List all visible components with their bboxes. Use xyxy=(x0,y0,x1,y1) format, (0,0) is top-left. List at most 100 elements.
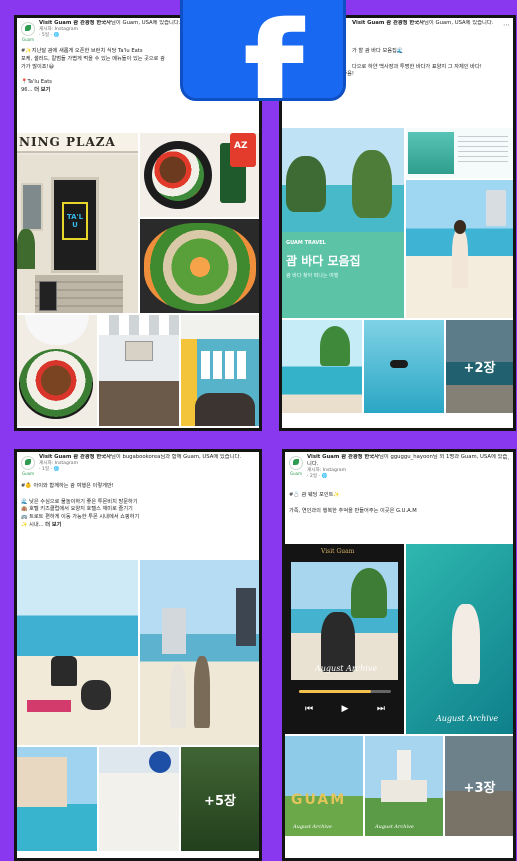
can-label: AZ xyxy=(234,141,248,151)
photo-church[interactable]: August Archive xyxy=(365,736,443,836)
see-more-link[interactable]: 더 보기 xyxy=(45,522,61,528)
archive-label: August Archive xyxy=(375,824,414,830)
a-frame-sign xyxy=(39,281,57,311)
menu-board xyxy=(125,341,153,361)
person-shirt xyxy=(25,315,89,345)
plaza-sign-text: NING PLAZA xyxy=(19,135,116,149)
photo-beach-banner[interactable]: GUAM TRAVEL 괌 바다 모음집 괌 바다 찾아 떠나는 여행 xyxy=(282,128,404,318)
see-more-link[interactable]: 더 보기 xyxy=(34,87,50,93)
photo-beach-woman[interactable] xyxy=(406,180,513,318)
photo-more-kids[interactable]: +5장 xyxy=(181,747,259,851)
more-photos-count[interactable]: +2장 xyxy=(446,320,513,413)
photo-more-beach[interactable]: +2장 xyxy=(446,320,513,413)
play-icon[interactable]: ▶ xyxy=(342,704,349,714)
photo-family-hotel[interactable] xyxy=(140,560,259,745)
photo-poke-bowl[interactable]: AZ xyxy=(140,133,259,217)
archive-label: August Archive xyxy=(436,714,499,723)
archive-label: August Archive xyxy=(293,824,332,830)
post-header: Guam Visit Guam 괌 관광청 한국사님이 bugabookorea… xyxy=(17,452,259,478)
post-time: · 1일 · 🌐 xyxy=(39,467,60,472)
hotel-tower xyxy=(486,190,506,226)
text-line xyxy=(289,500,509,508)
diners xyxy=(195,393,255,426)
next-icon[interactable]: ⏭ xyxy=(377,704,385,714)
family-figure-1 xyxy=(170,664,186,728)
photo-wedding-couple[interactable]: Visit Guam August Archive ⏮ ▶ ⏭ xyxy=(285,544,404,734)
couple xyxy=(321,612,355,672)
more-options-icon[interactable]: ⋯ xyxy=(503,455,510,463)
towel xyxy=(27,700,71,712)
parent-figure xyxy=(81,680,111,710)
photo-grid: +5장 xyxy=(17,560,259,858)
ceiling-lights xyxy=(99,315,179,335)
photo-guam-letters[interactable]: GUAM August Archive xyxy=(285,736,363,836)
bowl xyxy=(144,141,212,209)
page-avatar[interactable]: Guam xyxy=(289,456,303,476)
photo-bowl-closeup[interactable] xyxy=(17,315,97,426)
more-photos-count[interactable]: +5장 xyxy=(181,747,259,851)
photo-inner xyxy=(291,562,398,680)
photo-hotel-pool[interactable] xyxy=(17,747,97,851)
photo-grid: GUAM TRAVEL 괌 바다 모음집 괌 바다 찾아 떠나는 여행 +2장 xyxy=(282,128,513,428)
text-line: 🚌 트로트 편하게 이동 가능한 투몬 시내에서 쇼핑하기 xyxy=(21,514,140,521)
page-name[interactable]: Visit Guam 괌 관광청 한국사 xyxy=(39,20,111,26)
bowl-closeup xyxy=(19,349,93,419)
palm-tree xyxy=(320,326,350,366)
photo-interior-dining[interactable] xyxy=(181,315,259,426)
text-line: #👶 아이와 함께하는 괌 여행은 이렇게만! xyxy=(21,483,114,489)
info-lines xyxy=(458,136,508,166)
prev-icon[interactable]: ⏮ xyxy=(305,704,313,714)
photo-palm-beach[interactable] xyxy=(282,320,362,413)
more-options-icon[interactable]: ⋯ xyxy=(503,21,510,29)
header-rest: 님이 Guam, USA에 있습니다. xyxy=(424,20,494,26)
woman-hair xyxy=(454,220,466,234)
page-avatar[interactable]: Guam xyxy=(21,22,35,42)
photo-bride-water[interactable]: August Archive xyxy=(406,544,513,734)
photo-street[interactable] xyxy=(99,747,179,851)
post-header: Guam Visit Guam 괌 관광청 한국사님이 gguggu_hayoo… xyxy=(285,452,513,486)
photo-beach-stroller[interactable] xyxy=(17,560,138,745)
hotel-building-2 xyxy=(236,588,256,646)
post-time: · 2일 · 🌐 xyxy=(307,474,328,479)
photo-grid: NING PLAZA TA'LU AZ xyxy=(17,133,259,428)
page-name[interactable]: Visit Guam 괌 관광청 한국사 xyxy=(39,454,111,460)
family-figure-2 xyxy=(194,656,210,728)
page-name[interactable]: Visit Guam 괌 관광청 한국사 xyxy=(352,20,424,26)
post-text: #👶 아이와 함께하는 괌 여행은 이렇게만! 🌊 낮은 수심으로 물놀이하기 … xyxy=(17,483,259,530)
hotel-building-1 xyxy=(162,608,186,654)
header-rest: 님이 Guam, USA에 있습니다. xyxy=(111,20,181,26)
resort-building xyxy=(17,757,67,807)
salad-plate xyxy=(144,223,256,311)
info-image xyxy=(408,132,454,174)
post-card-kids-trip[interactable]: Guam Visit Guam 괌 관광청 한국사님이 bugabookorea… xyxy=(14,449,262,861)
abc-sign xyxy=(149,751,171,773)
archive-label: August Archive xyxy=(315,664,378,673)
page-name[interactable]: Visit Guam 괌 관광청 한국사 xyxy=(307,454,379,460)
player-controls: ⏮ ▶ ⏭ xyxy=(305,704,385,714)
photo-storefront[interactable]: NING PLAZA TA'LU xyxy=(17,133,138,313)
page-avatar[interactable]: Guam xyxy=(21,456,35,476)
photo-salad[interactable] xyxy=(140,219,259,313)
can: AZ xyxy=(230,133,256,167)
photo-more-wedding[interactable]: +3장 xyxy=(445,736,513,836)
rock-island-left xyxy=(286,156,326,212)
banner-tag: GUAM TRAVEL xyxy=(286,240,326,246)
window xyxy=(21,183,43,231)
text-line: 가족, 연인과의 행복한 추억을 만들어주는 이곳은 G.U.A.M xyxy=(289,507,417,514)
photo-snorkel[interactable] xyxy=(364,320,444,413)
post-text: #💍 괌 웨딩 포인트✨ 가족, 연인과의 행복한 추억을 만들어주는 이곳은 … xyxy=(285,492,513,515)
banner-title: 괌 바다 모음집 xyxy=(286,254,361,268)
more-photos-count[interactable]: +3장 xyxy=(445,736,513,836)
header-rest: 님이 bugabookorea님과 함께 Guam, USA에 있습니다. xyxy=(111,454,242,460)
text-line xyxy=(21,491,255,499)
photo-interior-counter[interactable] xyxy=(99,315,179,426)
door: TA'LU xyxy=(51,177,99,273)
photo-grid: Visit Guam August Archive ⏮ ▶ ⏭ August A… xyxy=(285,544,513,858)
text-line: 96... xyxy=(21,86,33,93)
audio-progress[interactable] xyxy=(299,690,391,693)
wall-art xyxy=(201,351,247,379)
ceiling xyxy=(181,315,259,339)
photo-info-card[interactable] xyxy=(406,128,513,178)
post-card-wedding[interactable]: Guam Visit Guam 괌 관광청 한국사님이 gguggu_hayoo… xyxy=(282,449,516,861)
plant xyxy=(17,229,35,269)
